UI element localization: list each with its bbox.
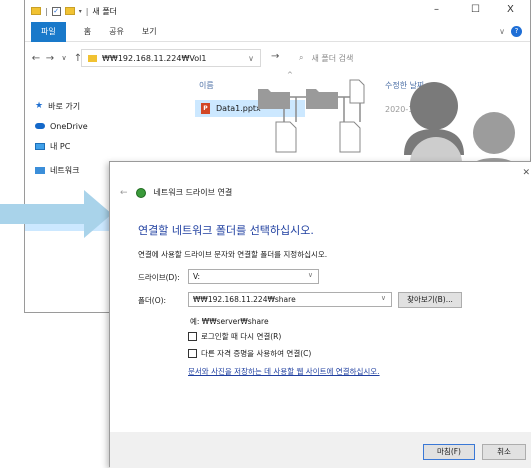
map-network-drive-dialog: ✕ ← 네트워크 드라이브 연결 연결할 네트워크 폴더를 선택하십시오. 연결… [109,161,531,468]
network-drive-icon [135,187,146,198]
file-row[interactable]: P Data1.pptx [195,100,305,117]
folder-value: ₩₩192.168.11.224₩share [193,295,296,304]
nav-item-quick-access[interactable]: ★ 바로 가기 [35,98,80,114]
dialog-description: 연결에 사용할 드라이브 문자와 연결할 폴더를 지정하십시오. [138,250,328,259]
folder-input[interactable]: ₩₩192.168.11.224₩share ∨ [188,292,392,307]
website-link[interactable]: 문서와 사진을 저장하는 데 사용할 웹 사이트에 연결하십시오. [188,366,380,377]
title-bar: | ✓ ▾ | 새 폴더 – ☐ X [25,0,530,22]
star-icon: ★ [35,101,44,111]
chevron-down-icon[interactable]: ∨ [381,294,386,302]
reconnect-label: 로그인할 때 다시 연결(R) [201,332,282,341]
browse-button[interactable]: 찾아보기(B)... [398,292,462,308]
close-button[interactable]: X [507,4,514,15]
file-name: Data1.pptx [216,104,261,113]
drive-value: V: [193,272,201,281]
tab-file[interactable]: 파일 [31,21,66,42]
cloud-icon [35,123,45,129]
folder-icon [31,7,41,15]
search-placeholder: 새 폴더 검색 [311,53,354,63]
expand-ribbon-icon[interactable]: ∨ [499,27,505,36]
tab-home[interactable]: 홈 [84,26,91,37]
address-bar[interactable]: ₩₩192.168.11.224₩Vol1 ∨ [81,49,261,67]
sort-caret-icon: ^ [287,71,293,79]
computer-icon [35,142,45,150]
dialog-title: 네트워크 드라이브 연결 [153,188,233,197]
dialog-footer: 마침(F) 취소 [110,432,531,468]
dialog-nav: ← 네트워크 드라이브 연결 [120,187,232,198]
drive-select[interactable]: V: ∨ [188,269,319,284]
other-credentials-checkbox[interactable] [188,349,197,358]
pointing-arrow-icon [0,190,112,238]
other-credentials-label: 다른 자격 증명을 사용하여 연결(C) [201,349,312,358]
file-date: 2020-11-09 오 [385,105,442,114]
folder-label: 폴더(O): [138,296,167,305]
refresh-arrow-icon[interactable]: → [271,51,279,62]
new-folder-icon[interactable] [64,7,75,15]
maximize-button[interactable]: ☐ [471,4,480,15]
column-date[interactable]: 수정한 날짜 [385,80,424,91]
address-text: ₩₩192.168.11.224₩Vol1 [102,53,207,63]
window-title: 새 폴더 [92,6,118,16]
other-credentials-option[interactable]: 다른 자격 증명을 사용하여 연결(C) [188,348,311,359]
list-header: ^ 이름 수정한 날짜 [199,71,529,96]
customize-chevron-icon[interactable]: ▾ [79,8,82,15]
back-arrow-icon[interactable]: ← [120,188,128,198]
finish-button[interactable]: 마침(F) [423,444,475,460]
chevron-down-icon[interactable]: ∨ [248,54,254,63]
reconnect-option[interactable]: 로그인할 때 다시 연결(R) [188,331,281,342]
minimize-button[interactable]: – [434,4,439,15]
forward-arrow-icon[interactable]: → [43,53,57,64]
network-icon [35,166,45,174]
quick-access-toolbar: | ✓ ▾ | [31,6,88,16]
search-icon: ⌕ [299,53,304,62]
drive-label: 드라이브(D): [138,273,180,282]
search-input[interactable]: ⌕ 새 폴더 검색 [293,49,513,67]
nav-item-this-pc[interactable]: 내 PC [35,138,70,154]
back-arrow-icon[interactable]: ← [29,53,43,64]
tab-view[interactable]: 보기 [142,26,157,37]
tab-share[interactable]: 공유 [109,26,124,37]
example-text: 예: ₩₩server₩share [190,317,269,326]
properties-icon[interactable]: ✓ [51,6,61,16]
nav-item-network[interactable]: 네트워크 [35,162,79,178]
ribbon-tabs: 파일 홈 공유 보기 ∨ ? [25,21,530,42]
dialog-close-icon[interactable]: ✕ [522,168,530,178]
help-icon[interactable]: ? [511,26,522,37]
folder-icon [88,54,97,62]
column-name[interactable]: 이름 [199,80,214,91]
nav-item-onedrive[interactable]: OneDrive [35,118,88,134]
dialog-heading: 연결할 네트워크 폴더를 선택하십시오. [138,224,314,237]
powerpoint-file-icon: P [201,103,210,114]
cancel-button[interactable]: 취소 [482,444,526,460]
address-row: ← → ∨ ↑ ₩₩192.168.11.224₩Vol1 ∨ → ⌕ 새 폴더… [25,46,530,70]
chevron-down-icon: ∨ [307,271,313,279]
reconnect-checkbox[interactable] [188,332,197,341]
recent-chevron-icon[interactable]: ∨ [57,54,71,62]
